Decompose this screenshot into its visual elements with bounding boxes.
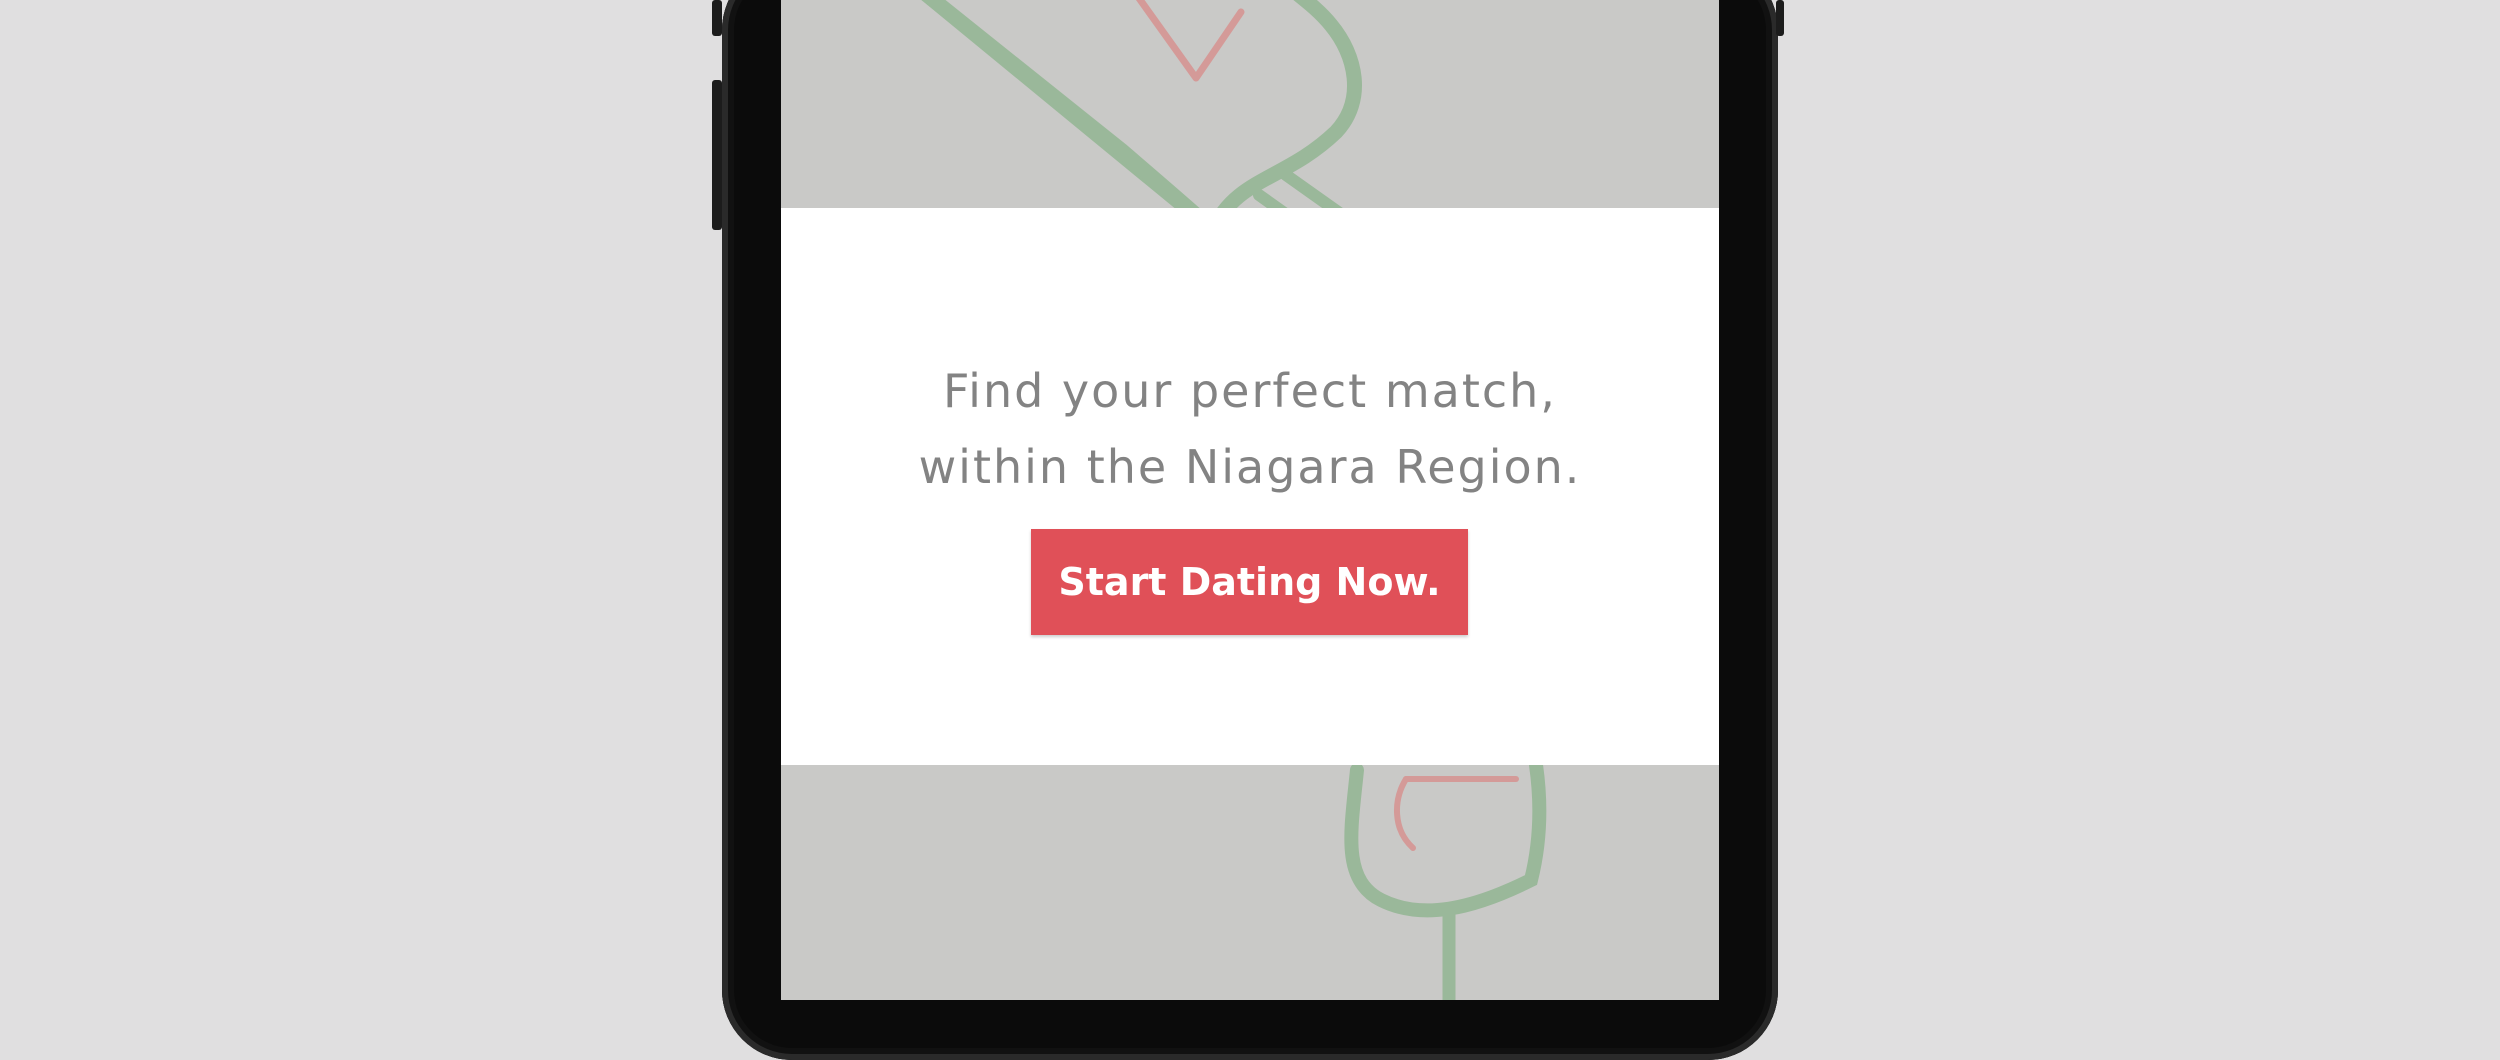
power-button — [1776, 0, 1784, 36]
headline-line-2: within the Niagara Region. — [918, 440, 1582, 494]
phone-screen: Find your perfect match, within the Niag… — [781, 0, 1719, 1000]
volume-down-button — [712, 80, 722, 230]
headline-line-1: Find your perfect match, — [943, 364, 1557, 418]
hero-card: Find your perfect match, within the Niag… — [781, 208, 1719, 765]
start-dating-button[interactable]: Start Dating Now. — [1031, 529, 1468, 635]
hero-headline: Find your perfect match, within the Niag… — [781, 353, 1719, 505]
wine-glass-icon — [1344, 758, 1547, 1000]
volume-up-button — [712, 0, 722, 36]
